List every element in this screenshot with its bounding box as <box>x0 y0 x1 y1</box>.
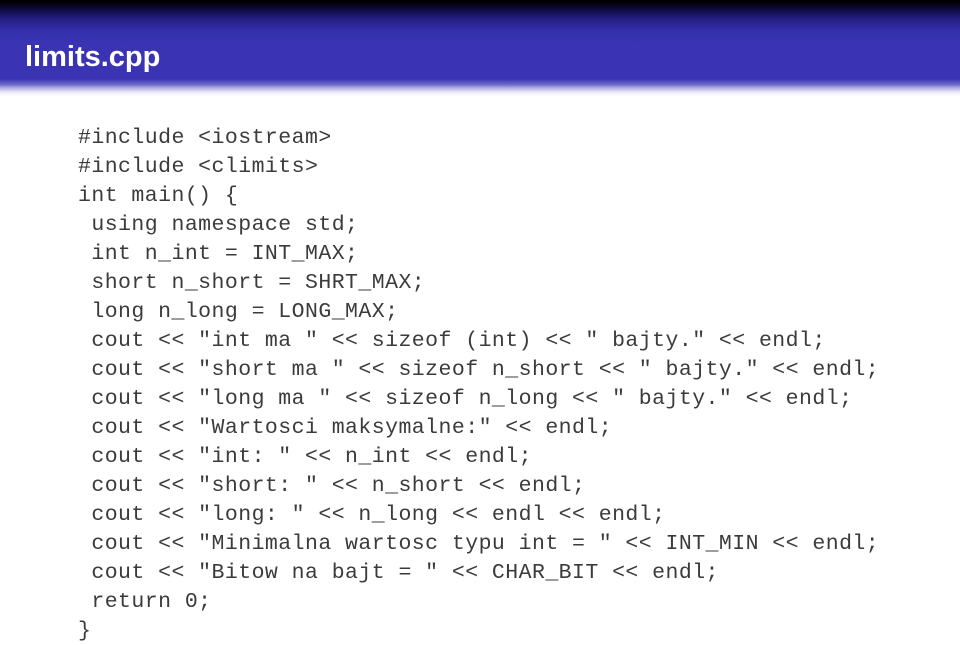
code-line: cout << "int: " << n_int << endl; <box>78 445 532 469</box>
code-line: cout << "int ma " << sizeof (int) << " b… <box>78 329 826 353</box>
code-line: cout << "Bitow na bajt = " << CHAR_BIT <… <box>78 561 719 585</box>
code-line: cout << "short ma " << sizeof n_short <<… <box>78 358 880 382</box>
slide-root: limits.cpp #include <iostream> #include <… <box>0 0 960 645</box>
code-line: using namespace std; <box>78 213 359 237</box>
code-line: cout << "short: " << n_short << endl; <box>78 474 586 498</box>
code-line: cout << "Wartosci maksymalne:" << endl; <box>78 416 613 440</box>
code-line: int n_int = INT_MAX; <box>78 242 359 266</box>
code-line: short n_short = SHRT_MAX; <box>78 271 426 295</box>
code-line: int main() { <box>78 184 239 208</box>
code-line: #include <climits> <box>78 155 319 179</box>
header-banner: limits.cpp <box>0 0 960 96</box>
code-line: #include <iostream> <box>78 126 332 150</box>
code-line: cout << "long ma " << sizeof n_long << "… <box>78 387 853 411</box>
code-line: long n_long = LONG_MAX; <box>78 300 399 324</box>
code-line: cout << "long: " << n_long << endl << en… <box>78 503 666 527</box>
page-title: limits.cpp <box>25 41 161 73</box>
code-line: return 0; <box>78 590 212 614</box>
code-line: } <box>78 619 92 643</box>
code-listing: #include <iostream> #include <climits> int… <box>0 124 960 645</box>
code-line: cout << "Minimalna wartosc typu int = " … <box>78 532 880 556</box>
